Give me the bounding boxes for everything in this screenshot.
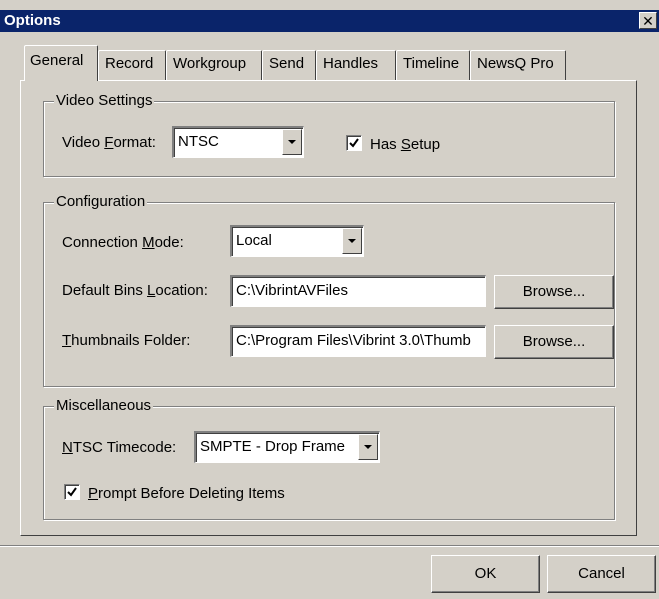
video-settings-title: Video Settings — [54, 92, 155, 110]
has-setup-checkbox[interactable] — [346, 135, 362, 151]
tab-timeline-label: Timeline — [403, 55, 460, 72]
cancel-button[interactable]: Cancel — [547, 555, 656, 593]
chevron-down-icon[interactable] — [358, 434, 378, 460]
miscellaneous-group: Miscellaneous NTSC Timecode: SMPTE - Dro… — [43, 397, 615, 520]
tab-handles[interactable]: Handles — [316, 50, 396, 80]
tab-workgroup-label: Workgroup — [173, 55, 247, 72]
tab-send[interactable]: Send — [262, 50, 316, 80]
video-format-value: NTSC — [178, 133, 219, 150]
connection-mode-select[interactable]: Local — [230, 225, 364, 257]
tab-record-label: Record — [105, 55, 154, 72]
ntsc-timecode-value: SMPTE - Drop Frame — [200, 438, 346, 455]
checkmark-icon — [67, 487, 77, 497]
chevron-down-icon[interactable] — [282, 129, 302, 155]
tab-record[interactable]: Record — [98, 50, 166, 80]
tab-general-label: General — [30, 52, 84, 69]
chevron-down-icon[interactable] — [342, 228, 362, 254]
tab-newsq-pro[interactable]: NewsQ Pro — [470, 50, 566, 80]
general-tab-panel: Video Settings Video Format: NTSC Has Se… — [20, 80, 637, 536]
tab-handles-label: Handles — [323, 55, 379, 72]
close-icon: ✕ — [642, 13, 654, 29]
video-settings-group: Video Settings Video Format: NTSC Has Se… — [43, 92, 615, 177]
video-format-select[interactable]: NTSC — [172, 126, 304, 158]
options-dialog: Options ✕ General Record Workgroup Send … — [0, 0, 659, 599]
video-format-label: Video Format: — [62, 134, 156, 151]
checkmark-icon — [349, 138, 359, 148]
thumbnails-folder-input[interactable]: C:\Program Files\Vibrint 3.0\Thumb — [230, 325, 486, 357]
browse-thumbnails-button[interactable]: Browse... — [494, 325, 614, 359]
configuration-title: Configuration — [54, 193, 148, 211]
prompt-before-deleting-label: Prompt Before Deleting Items — [88, 485, 285, 502]
connection-mode-label: Connection Mode: — [62, 234, 184, 251]
tab-timeline[interactable]: Timeline — [396, 50, 470, 80]
title-bar: Options ✕ — [0, 10, 659, 32]
tab-workgroup[interactable]: Workgroup — [166, 50, 262, 80]
miscellaneous-title: Miscellaneous — [54, 397, 154, 415]
ntsc-timecode-label: NTSC Timecode: — [62, 439, 177, 456]
connection-mode-value: Local — [236, 232, 272, 249]
window-title: Options — [4, 12, 61, 29]
default-bins-location-input[interactable]: C:\VibrintAVFiles — [230, 275, 486, 307]
ntsc-timecode-select[interactable]: SMPTE - Drop Frame — [194, 431, 380, 463]
browse-bins-button[interactable]: Browse... — [494, 275, 614, 309]
ok-button[interactable]: OK — [431, 555, 540, 593]
close-button[interactable]: ✕ — [639, 12, 657, 29]
configuration-group: Configuration Connection Mode: Local Def… — [43, 193, 615, 387]
tab-send-label: Send — [269, 55, 305, 72]
default-bins-location-label: Default Bins Location: — [62, 282, 208, 299]
has-setup-label: Has Setup — [370, 136, 441, 153]
footer-separator — [0, 545, 659, 547]
tab-newsq-pro-label: NewsQ Pro — [477, 55, 554, 72]
thumbnails-folder-label: Thumbnails Folder: — [62, 332, 191, 349]
prompt-before-deleting-checkbox[interactable] — [64, 484, 80, 500]
tab-general[interactable]: General — [24, 45, 98, 81]
